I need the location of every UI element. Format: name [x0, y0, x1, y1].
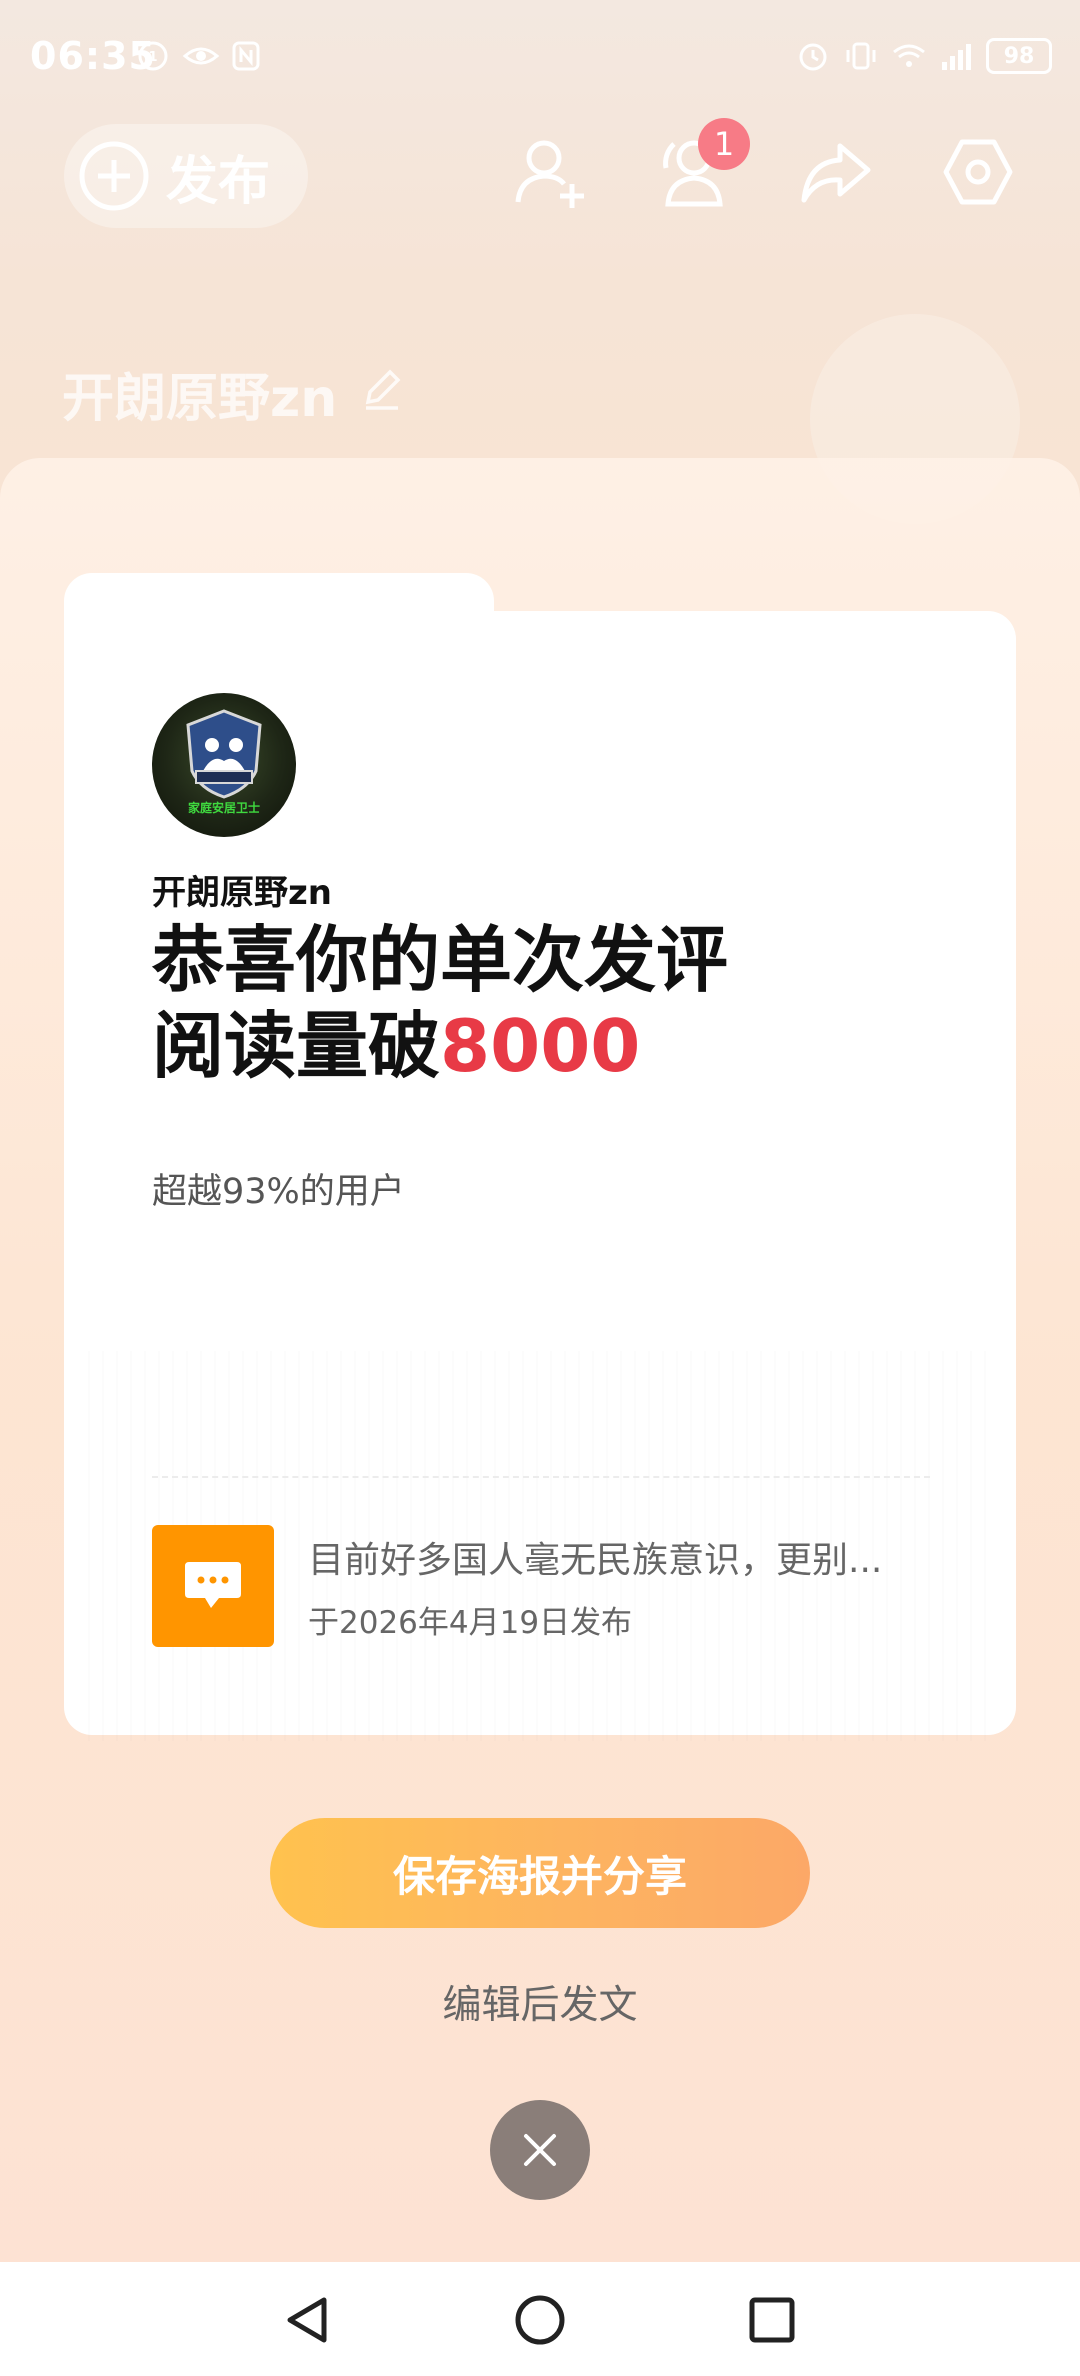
comment-date: 于2026年4月19日发布 [308, 1605, 633, 1641]
user-avatar: 家庭安居卫士 [152, 693, 296, 837]
ranking-text: 超越93%的用户 [152, 1172, 405, 1212]
speech-bubble-icon [185, 1562, 241, 1608]
profile-name: 开朗原野zn [62, 369, 338, 429]
card-username: 开朗原野zn [152, 873, 332, 913]
share-icon[interactable] [796, 132, 876, 212]
avatar-caption: 家庭安居卫士 [187, 801, 260, 815]
add-friend-icon[interactable] [510, 132, 590, 212]
comment-excerpt: 目前好多国人毫无民族意识，更别... [308, 1540, 883, 1581]
status-left-icons: 1 [136, 38, 266, 74]
eye-icon [182, 47, 220, 65]
system-nav-bar [0, 2262, 1080, 2376]
vibrate-icon [846, 42, 876, 70]
headline-line-1: 恭喜你的单次发评 [152, 918, 729, 1002]
settings-icon[interactable] [938, 132, 1018, 212]
read-count-number: 8000 [440, 1004, 641, 1088]
battery-level: 98 [1003, 43, 1035, 69]
close-button[interactable] [490, 2100, 590, 2200]
nfc-icon [232, 41, 260, 71]
publish-label: 发布 [166, 151, 271, 212]
achievement-poster-card: 家庭安居卫士 开朗原野zn 恭喜你的单次发评 阅读量破8000 超越93%的用户… [64, 573, 1016, 1741]
alarm-icon [799, 43, 827, 71]
signal-4g-icon [942, 44, 971, 70]
home-icon[interactable] [510, 2290, 570, 2350]
achievement-headline: 恭喜你的单次发评 阅读量破8000 [152, 917, 952, 1089]
edit-name-icon[interactable] [358, 364, 406, 412]
svg-text:1: 1 [148, 50, 157, 65]
recents-icon[interactable] [742, 2290, 802, 2350]
headline-prefix: 阅读量破 [152, 1004, 441, 1088]
hd-icon: 1 [138, 41, 168, 71]
headline-line-2: 阅读量破8000 [152, 1003, 952, 1089]
notification-badge: 1 [698, 118, 750, 170]
edit-post-link[interactable]: 编辑后发文 [340, 1974, 740, 2030]
status-bar: 06:35 1 98 [0, 0, 1080, 120]
wifi-icon [893, 44, 925, 67]
publish-button[interactable]: 发布 [64, 124, 308, 228]
status-right-icons: 98 [794, 38, 1052, 74]
dashed-divider [152, 1476, 930, 1478]
save-poster-share-button[interactable]: 保存海报并分享 [270, 1818, 810, 1928]
comment-icon [152, 1525, 274, 1647]
battery-icon: 98 [986, 38, 1052, 74]
close-icon [524, 2134, 556, 2166]
back-icon[interactable] [278, 2290, 338, 2350]
add-circle-icon [79, 141, 149, 211]
